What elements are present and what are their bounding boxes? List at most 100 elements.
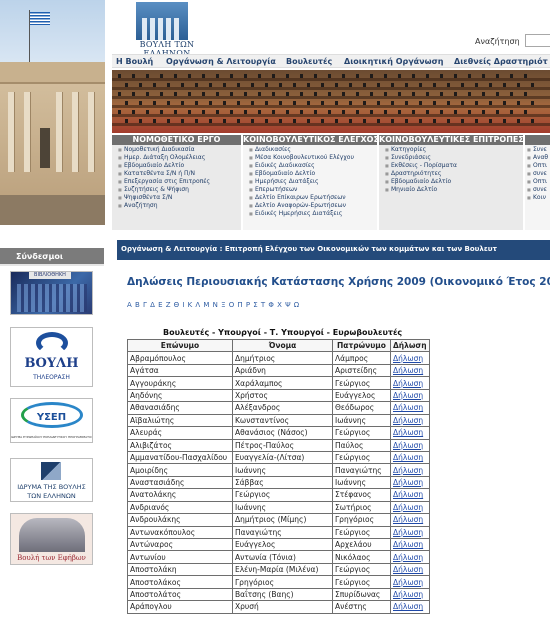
seated-member	[503, 101, 506, 105]
search-input[interactable]	[525, 34, 550, 47]
category-link[interactable]: Εκθέσεις - Πορίσματα	[385, 162, 523, 170]
cell-firstname: Ευαγγελία-(Λίτσα)	[232, 450, 333, 465]
letter-link[interactable]: Δ	[150, 301, 155, 309]
letter-link[interactable]: Ι	[182, 301, 184, 309]
category-committees-header[interactable]: ΚΟΙΝΟΒΟΥΛΕΥΤΙΚΕΣ ΕΠΙΤΡΟΠΕΣ	[379, 135, 524, 145]
menu-item-organization[interactable]: Οργάνωση & Λειτουργία	[166, 57, 276, 66]
letter-link[interactable]: Π	[237, 301, 242, 309]
declaration-link[interactable]: Δήλωση	[390, 388, 430, 403]
letter-link[interactable]: Τ	[261, 301, 265, 309]
letter-link[interactable]: Ρ	[246, 301, 250, 309]
category-link[interactable]: Κατηγορίες	[385, 146, 523, 154]
menu-item-mps[interactable]: Βουλευτές	[286, 57, 332, 66]
letter-link[interactable]: Ο	[229, 301, 235, 309]
parliament-foundation-link-banner[interactable]: ΙΔΡΥΜΑ ΤΗΣ ΒΟΥΛΗΣ ΤΩΝ ΕΛΛΗΝΩΝ	[10, 458, 93, 502]
category-link[interactable]: Συνεδριάσεις	[385, 154, 523, 162]
category-link[interactable]: Εβδομαδιαίο Δελτίο	[118, 162, 241, 170]
declaration-link[interactable]: Δήλωση	[390, 488, 430, 502]
declaration-link[interactable]: Δήλωση	[390, 587, 430, 602]
category-legislative-header[interactable]: ΝΟΜΟΘΕΤΙΚΟ ΕΡΓΟ	[112, 135, 241, 145]
category-link[interactable]: Διαδικασίες	[249, 146, 377, 154]
category-link[interactable]: Συζητήσεις & Ψήφιση	[118, 186, 241, 194]
seated-member	[377, 101, 380, 105]
category-link[interactable]: Ειδικές Ημερήσιες Διατάξεις	[249, 210, 377, 218]
letter-link[interactable]: Ψ	[285, 301, 291, 309]
letter-link[interactable]: Ν	[213, 301, 218, 309]
declaration-link[interactable]: Δήλωση	[390, 363, 430, 378]
foundation-link-banner[interactable]: ΥΣΕΠ ΙΔΡΥΜΑ ΕΥΡΩΠΑΪΚΟΥ ΕΚΠΑΙΔΕΥΤΙΚΟΥ ΠΡΟ…	[10, 398, 93, 443]
declaration-link[interactable]: Δήλωση	[390, 351, 430, 365]
category-link[interactable]: Μέσα Κοινοβουλευτικού Ελέγχου	[249, 154, 377, 162]
letter-link[interactable]: Β	[135, 301, 140, 309]
category-link[interactable]: Ημερ. Διάταξη Ολομέλειας	[118, 154, 241, 162]
category-link[interactable]: Κοιν	[527, 194, 550, 202]
category-link[interactable]: Εβδομαδιαίο Δελτίο	[385, 178, 523, 186]
category-link[interactable]: Δελτίο Επίκαιρων Ερωτήσεων	[249, 194, 377, 202]
seated-member	[426, 74, 429, 78]
category-control-header[interactable]: ΚΟΙΝΟΒΟΥΛΕΥΤΙΚΟΣ ΕΛΕΓΧΟΣ	[243, 135, 379, 145]
seated-member	[125, 83, 128, 87]
category-link[interactable]: Μηνιαίο Δελτίο	[385, 186, 523, 194]
seated-member	[419, 119, 422, 123]
category-link[interactable]: Οπτι	[527, 178, 550, 186]
category-link[interactable]: Συνε	[527, 146, 550, 154]
parliament-tv-link-banner[interactable]: ΒΟΥΛΗ ΤΗΛΕΟΡΑΣΗ	[10, 327, 93, 387]
letter-link[interactable]: Ζ	[166, 301, 171, 309]
declaration-link[interactable]: Δήλωση	[390, 600, 430, 614]
letter-link[interactable]: Λ	[195, 301, 200, 309]
category-link[interactable]: Επεξεργασία στις Επιτροπές	[118, 178, 241, 186]
category-link[interactable]: Δραστηριότητες	[385, 170, 523, 178]
letter-link[interactable]: Χ	[277, 301, 282, 309]
category-link[interactable]: συνε	[527, 170, 550, 178]
letter-link[interactable]: Μ	[203, 301, 209, 309]
letter-link[interactable]: Σ	[253, 301, 257, 309]
category-link[interactable]: Αναθ	[527, 154, 550, 162]
letter-link[interactable]: Κ	[188, 301, 193, 309]
declaration-link[interactable]: Δήλωση	[390, 401, 430, 415]
declaration-link[interactable]: Δήλωση	[390, 537, 430, 552]
category-fourth-header[interactable]	[525, 135, 550, 145]
category-link[interactable]: Αναζήτηση	[118, 202, 241, 210]
bench-row	[112, 123, 550, 126]
alphabet-index: ΑΒΓΔΕΖΘΙΚΛΜΝΞΟΠΡΣΤΦΧΨΩ	[127, 301, 302, 309]
letter-link[interactable]: Γ	[143, 301, 147, 309]
category-link[interactable]: Επερωτήσεων	[249, 186, 377, 194]
menu-item-parliament[interactable]: Η Βουλή	[116, 57, 153, 66]
cell-firstname: Δημήτριος (Μίμης)	[232, 513, 333, 527]
letter-link[interactable]: Ε	[158, 301, 162, 309]
letter-link[interactable]: Ω	[294, 301, 299, 309]
declaration-link[interactable]: Δήλωση	[390, 575, 430, 589]
category-link[interactable]: Ημερήσιες Διατάξεις	[249, 178, 377, 186]
seated-member	[300, 74, 303, 78]
letter-link[interactable]: Ξ	[221, 301, 225, 309]
declaration-link[interactable]: Δήλωση	[390, 550, 430, 564]
declaration-link[interactable]: Δήλωση	[390, 463, 430, 477]
category-link[interactable]: Οπτι	[527, 162, 550, 170]
category-link[interactable]: Νομοθετική Διαδικασία	[118, 146, 241, 154]
library-link-banner[interactable]: ΒΙΒΛΙΟΘΗΚΗ	[10, 271, 93, 315]
declaration-link[interactable]: Δήλωση	[390, 438, 430, 452]
breadcrumb[interactable]: Οργάνωση & Λειτουργία : Επιτροπή Ελέγχου…	[117, 240, 550, 260]
declaration-link[interactable]: Δήλωση	[390, 475, 430, 490]
declaration-link[interactable]: Δήλωση	[390, 562, 430, 577]
category-link[interactable]: Ειδικές Διαδικασίες	[249, 162, 377, 170]
declaration-link[interactable]: Δήλωση	[390, 513, 430, 527]
category-link[interactable]: Δελτίο Αναφορών-Ερωτήσεων	[249, 202, 377, 210]
category-link[interactable]: συνε	[527, 186, 550, 194]
declaration-link[interactable]: Δήλωση	[390, 426, 430, 440]
declaration-link[interactable]: Δήλωση	[390, 450, 430, 465]
declaration-link[interactable]: Δήλωση	[390, 500, 430, 515]
category-link[interactable]: Κατατεθέντα Σ/Ν ή Π/Ν	[118, 170, 241, 178]
letter-link[interactable]: Θ	[174, 301, 180, 309]
parliament-logo-icon[interactable]	[136, 2, 188, 40]
letter-link[interactable]: Φ	[268, 301, 274, 309]
category-link[interactable]: Εβδομαδιαίο Δελτίο	[249, 170, 377, 178]
declaration-link[interactable]: Δήλωση	[390, 376, 430, 390]
declaration-link[interactable]: Δήλωση	[390, 413, 430, 428]
letter-link[interactable]: Α	[127, 301, 132, 309]
category-link[interactable]: Ψηφισθέντα Σ/Ν	[118, 194, 241, 202]
youth-parliament-link-banner[interactable]: Βουλή των Εφήβων	[10, 513, 93, 565]
declaration-link[interactable]: Δήλωση	[390, 525, 430, 540]
menu-item-administration[interactable]: Διοικητική Οργάνωση	[344, 57, 444, 66]
menu-item-international[interactable]: Διεθνείς Δραστηριότ	[454, 57, 548, 66]
